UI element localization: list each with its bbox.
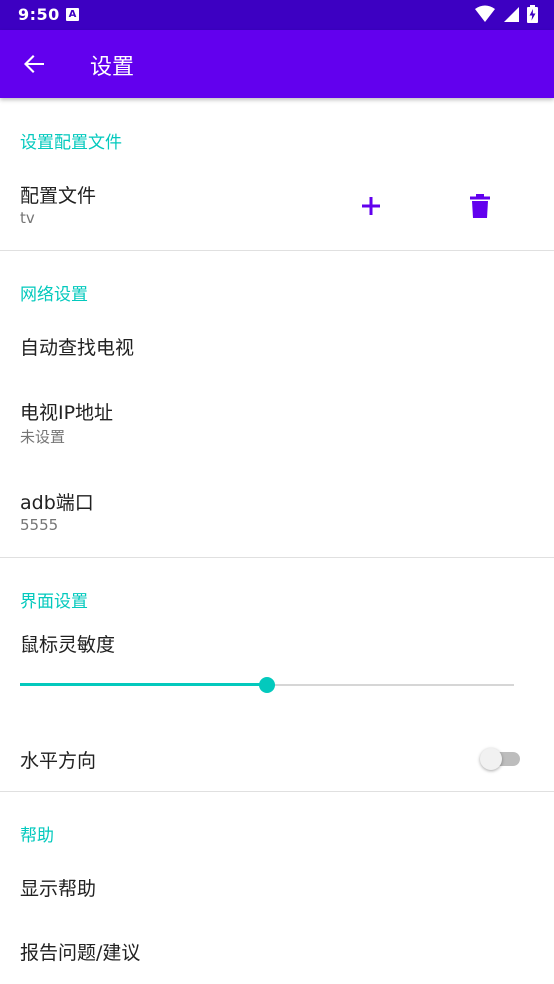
notification-badge: A [66, 8, 79, 21]
app-bar: 设置 [0, 30, 554, 98]
divider [0, 250, 554, 251]
pref-auto-find-tv-title: 自动查找电视 [20, 337, 135, 359]
category-network: 网络设置 [20, 285, 88, 305]
pref-mouse-sensitivity-title: 鼠标灵敏度 [20, 634, 116, 656]
category-profile: 设置配置文件 [20, 133, 122, 153]
pref-adb-port-summary: 5555 [20, 516, 59, 534]
pref-horizontal[interactable]: 水平方向 [0, 736, 554, 786]
pref-adb-port-title: adb端口 [20, 492, 94, 514]
category-help: 帮助 [20, 826, 54, 846]
arrow-back-icon [24, 55, 44, 73]
toggle-knob [480, 748, 502, 770]
wifi-icon [474, 5, 495, 22]
horizontal-toggle[interactable] [480, 748, 522, 770]
add-profile-button[interactable] [351, 186, 391, 226]
pref-report-issue[interactable]: 报告问题/建议 [0, 928, 554, 978]
back-button[interactable] [20, 50, 48, 78]
signal-icon [503, 7, 519, 22]
slider-thumb[interactable] [259, 677, 275, 693]
status-bar: 9:50 A [0, 0, 554, 30]
mouse-sensitivity-slider[interactable] [20, 675, 514, 695]
page-title: 设置 [90, 55, 135, 80]
pref-tv-ip-summary: 未设置 [20, 428, 66, 446]
pref-auto-find-tv[interactable]: 自动查找电视 [0, 320, 554, 370]
pref-show-help[interactable]: 显示帮助 [0, 862, 554, 912]
pref-tv-ip[interactable]: 电视IP地址 未设置 [0, 388, 554, 448]
category-interface: 界面设置 [20, 592, 88, 612]
battery-charging-icon [527, 5, 538, 23]
status-time: 9:50 [18, 5, 60, 24]
pref-profile-summary: tv [20, 209, 35, 227]
pref-adb-port[interactable]: adb端口 5555 [0, 480, 554, 540]
slider-fill [20, 683, 267, 686]
pref-show-help-title: 显示帮助 [20, 878, 97, 900]
trash-icon [470, 194, 490, 218]
divider [0, 791, 554, 792]
divider [0, 557, 554, 558]
pref-horizontal-title: 水平方向 [20, 750, 97, 772]
status-icons [472, 5, 538, 25]
pref-profile-title: 配置文件 [20, 185, 97, 207]
delete-profile-button[interactable] [460, 186, 500, 226]
plus-icon [362, 197, 380, 215]
pref-report-issue-title: 报告问题/建议 [20, 942, 141, 964]
pref-tv-ip-title: 电视IP地址 [20, 402, 114, 424]
pref-profile[interactable]: 配置文件 tv [0, 174, 330, 234]
